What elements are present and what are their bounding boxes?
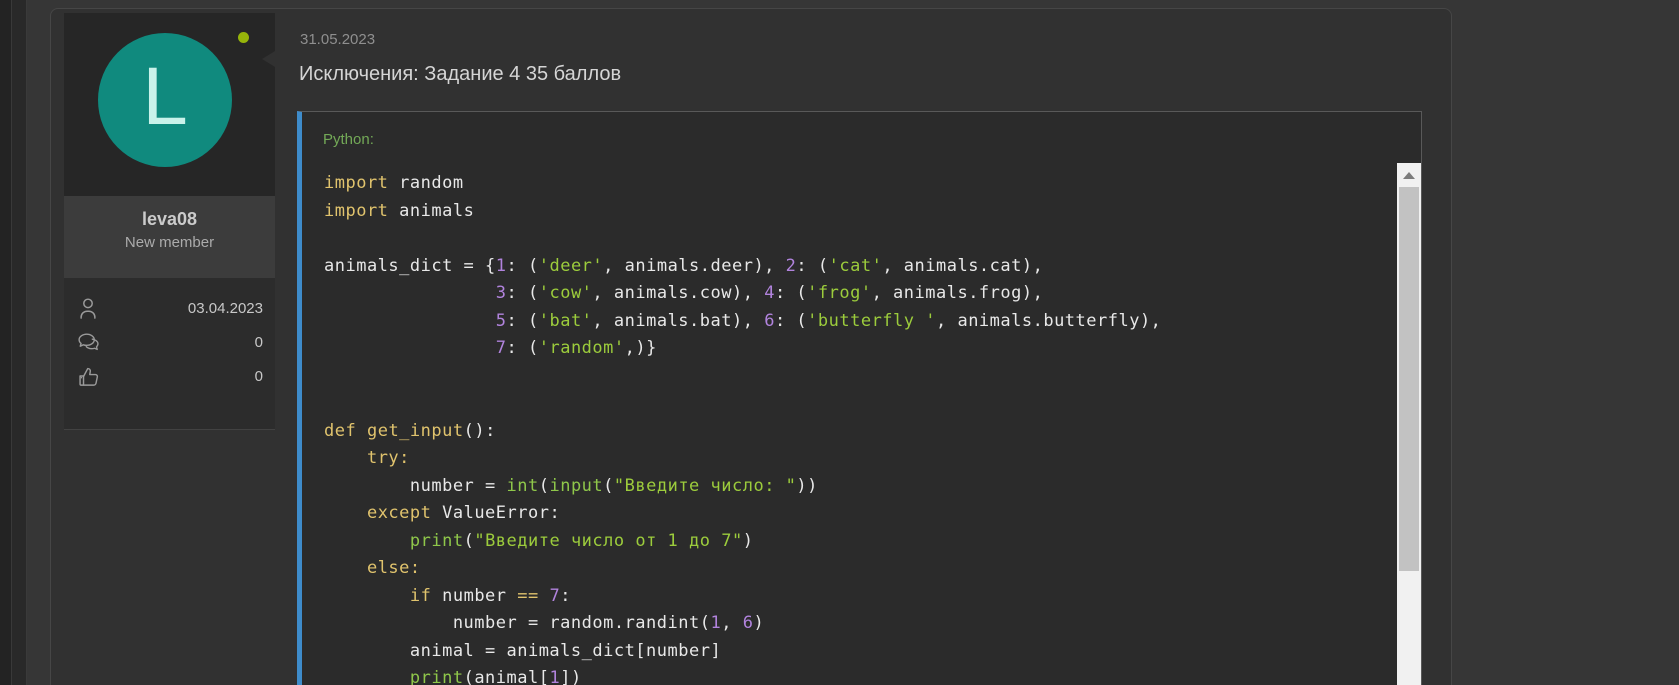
avatar[interactable]: L: [98, 33, 232, 167]
scroll-up-button[interactable]: [1397, 163, 1421, 187]
code-language-label: Python:: [323, 131, 374, 148]
code-content[interactable]: import randomimport animalsanimals_dict …: [302, 163, 1397, 685]
thumbs-up-icon: [77, 365, 100, 388]
online-indicator-icon: [238, 32, 249, 43]
user-icon: [77, 296, 99, 320]
user-info: leva08 New member: [64, 196, 275, 278]
stat-row-joined: 03.04.2023: [64, 291, 275, 325]
stat-row-likes: 0: [64, 359, 275, 393]
post-date[interactable]: 31.05.2023: [300, 31, 375, 48]
user-title: New member: [64, 234, 275, 251]
like-count: 0: [255, 368, 263, 385]
code-lines: import randomimport animalsanimals_dict …: [302, 163, 1397, 685]
scroll-up-arrow-icon: [1403, 172, 1415, 179]
message-card: L leva08 New member 03.04.2023: [50, 8, 1452, 685]
join-date: 03.04.2023: [188, 300, 263, 317]
message-count: 0: [255, 334, 263, 351]
avatar-cell: L: [64, 13, 275, 196]
stat-row-messages: 0: [64, 325, 275, 359]
messages-icon: [77, 331, 101, 354]
page-left-edge-inner: [12, 0, 27, 685]
post-title: Исключения: Задание 4 35 баллов: [299, 63, 621, 86]
username-link[interactable]: leva08: [64, 209, 275, 230]
avatar-letter: L: [142, 56, 188, 138]
page-left-edge-outer: [0, 0, 12, 685]
user-stats: 03.04.2023 0 0: [64, 278, 275, 430]
scrollbar-thumb[interactable]: [1399, 187, 1419, 571]
code-scrollbar[interactable]: [1397, 163, 1421, 685]
code-block: Python: import randomimport animalsanima…: [297, 111, 1422, 685]
avatar-cell-notch: [262, 51, 275, 67]
